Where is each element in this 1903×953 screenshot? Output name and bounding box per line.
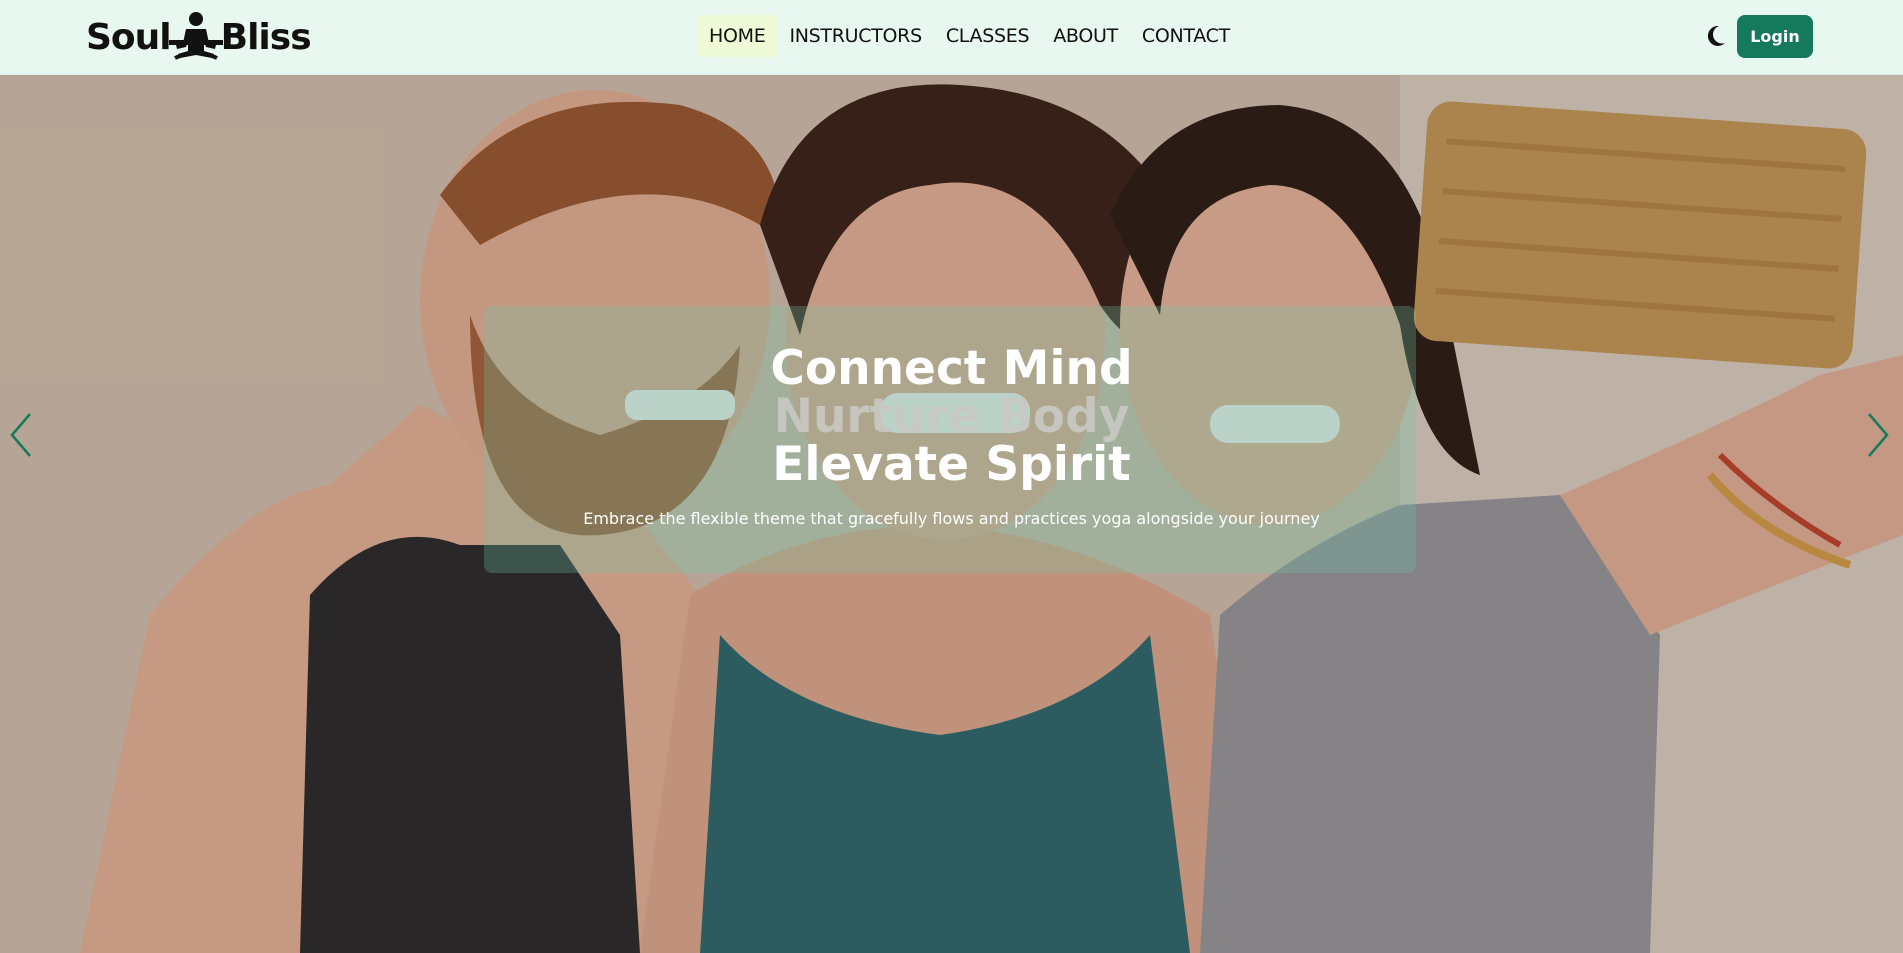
nav-instructors[interactable]: INSTRUCTORS: [777, 15, 933, 57]
meditation-figure-icon: [168, 10, 223, 65]
login-button[interactable]: Login: [1737, 15, 1813, 58]
nav-home[interactable]: HOME: [697, 15, 778, 57]
chevron-right-icon[interactable]: [1863, 410, 1893, 460]
brand-logo[interactable]: Soul Bliss: [86, 10, 312, 65]
brand-name-right: Bliss: [220, 17, 312, 58]
chevron-left-icon[interactable]: [6, 410, 36, 460]
nav-classes[interactable]: CLASSES: [934, 15, 1041, 57]
hero-headline-1: Connect Mind: [770, 341, 1133, 396]
nav-about[interactable]: ABOUT: [1041, 15, 1130, 57]
hero-subtitle: Embrace the flexible theme that graceful…: [583, 509, 1320, 528]
brand-name-left: Soul: [86, 17, 172, 58]
moon-icon[interactable]: [1705, 24, 1727, 48]
hero-headline-2: Nurture Body: [773, 389, 1130, 444]
main-nav: HOME INSTRUCTORS CLASSES ABOUT CONTACT: [697, 15, 1242, 57]
navbar: Soul Bliss HOME INSTRUCTORS CLASSES ABOU…: [0, 0, 1903, 75]
hero-headline-3: Elevate Spirit: [772, 437, 1131, 492]
nav-contact[interactable]: CONTACT: [1130, 15, 1242, 57]
